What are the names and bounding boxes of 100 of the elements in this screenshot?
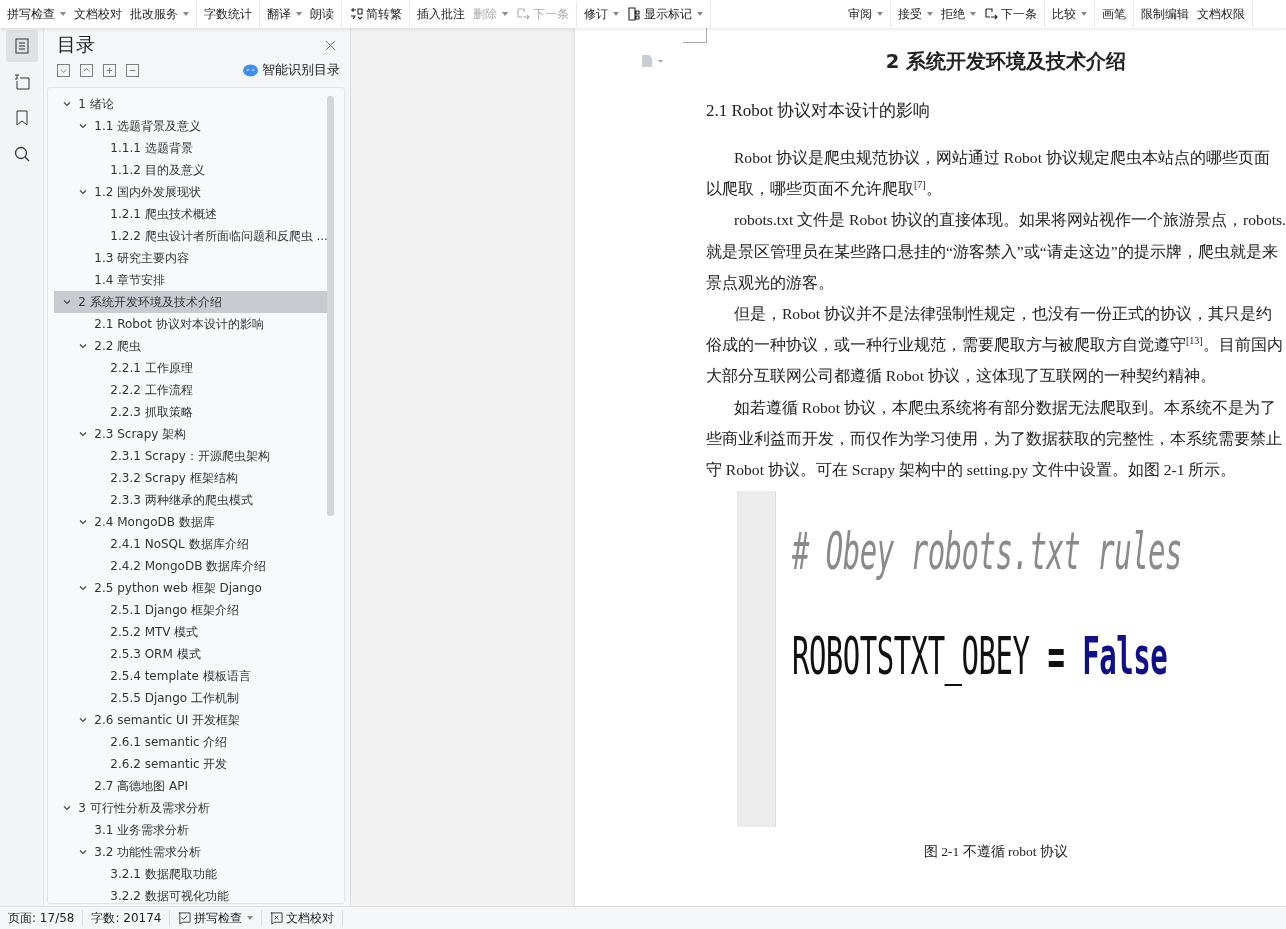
body-text-line: 以爬取，哪些页面不允许爬取$^{[7]}$。 [705,178,943,200]
toolbar-button[interactable]: 限制编辑 [1137,5,1193,23]
toc-item[interactable]: 3.2.1 数据爬取功能 [54,863,330,885]
toolbar-button[interactable]: 显示标记 [623,5,707,23]
chevron-icon[interactable] [62,99,73,109]
proofread-button[interactable]: 文档校对 [262,909,343,927]
toc-item[interactable]: 1.1.2 目的及意义 [54,159,330,181]
toc-item[interactable]: 2.1 Robot 协议对本设计的影响 [54,313,330,335]
collapse-all-icon[interactable] [80,64,94,77]
toolbar-button[interactable]: 审阅 [844,5,887,23]
toc-item[interactable]: 2.4.2 MongoDB 数据库介绍 [54,555,330,577]
toc-item[interactable]: 3.2 功能性需求分析 [54,841,330,863]
toc-item[interactable]: 1.4 章节安排 [54,269,330,291]
toc-item[interactable]: 2.7 高德地图 API [54,775,330,797]
toc-item[interactable]: 2.6 semantic UI 开发框架 [54,709,330,731]
outline-icon[interactable] [5,30,38,62]
toc-item[interactable]: 2.5.5 Django 工作机制 [54,687,330,709]
toc-item[interactable]: 2.6.1 semantic 介绍 [54,731,330,753]
smart-toc-button[interactable]: 智能识别目录 [242,62,346,79]
toolbar-button[interactable]: 字数统计 [200,5,256,23]
figure-caption: 图 2-1 不遵循 robot 协议 [922,843,1069,862]
body-text-line: 俗成的一种协议，或一种行业规范，需要爬取方与被爬取方自觉遵守$^{[13]}$。目前国内 [705,333,1284,356]
toc-item[interactable]: 2.2.3 抓取策略 [54,401,330,423]
toc-item[interactable]: 2.2.2 工作流程 [54,379,330,401]
toolbar-button[interactable]: 朗读 [306,5,338,23]
spell-check-button[interactable]: 拼写检查 [170,909,262,927]
code-text: # Obey robots.txt rules [791,519,1183,585]
code-text: ROBOTSTXT_OBEY [791,624,1030,690]
body-text-line: 些商业利益而开发，而仅作为学习使用，为了数据获取的完整性，本系统需要禁止 [705,428,1283,449]
toolbar-button[interactable]: 拒绝 [937,5,980,23]
toc-item[interactable]: 1.1 选题背景及意义 [54,115,330,137]
toolbar-button[interactable]: 拼写检查 [3,5,70,23]
chevron-icon[interactable] [78,847,89,857]
plus-icon[interactable] [103,64,117,77]
toc-item[interactable]: 2.5.3 ORM 模式 [54,643,330,665]
toc-item[interactable]: 1.2 国内外发展现状 [54,181,330,203]
toolbar-button[interactable]: 比较 [1048,5,1091,23]
markup-icon [627,7,641,21]
toc-item[interactable]: 3 可行性分析及需求分析 [54,797,330,819]
body-text-line: 但是，Robot 协议并不是法律强制性规定，也没有一份正式的协议，其只是约 [732,303,1273,324]
toc-item[interactable]: 2.2.1 工作原理 [54,357,330,379]
toolbar-button[interactable]: 下一条 [980,5,1041,23]
chevron-icon[interactable] [78,121,89,131]
toc-item[interactable]: 2.3 Scrapy 架构 [54,423,330,445]
toc-item[interactable]: 2.3.3 两种继承的爬虫模式 [54,489,330,511]
toc-item[interactable]: 1.2.2 爬虫设计者所面临问题和反爬虫 ... [54,225,330,247]
toc-item[interactable]: 2.2 爬虫 [54,335,330,357]
toolbar-button[interactable]: 简转繁 [345,5,406,23]
toolbar-button[interactable]: 文档校对 [70,5,126,23]
toc-item[interactable]: 2.3.2 Scrapy 框架结构 [54,467,330,489]
chevron-icon[interactable] [78,517,89,527]
proofread-icon [270,911,284,925]
toolbar-button[interactable]: 文档权限 [1193,5,1249,23]
toolbar-button[interactable]: 修订 [580,5,623,23]
robot-icon [242,64,258,77]
minus-icon[interactable] [126,64,140,77]
toc-item[interactable]: 2.4 MongoDB 数据库 [54,511,330,533]
toolbar-button[interactable]: 翻译 [263,5,306,23]
toc-item[interactable]: 1.2.1 爬虫技术概述 [54,203,330,225]
toc-item[interactable]: 1.3 研究主要内容 [54,247,330,269]
toc-item[interactable]: 2.3.1 Scrapy：开源爬虫架构 [54,445,330,467]
chevron-icon[interactable] [78,429,89,439]
body-text-line: 大部分互联网公司都遵循 Robot 协议，这体现了互联网的一种契约精神。 [705,366,1217,387]
code-text: False [1082,624,1168,690]
toc-item[interactable]: 1 绪论 [54,93,330,115]
chevron-icon[interactable] [62,803,73,813]
body-text-line: 守 Robot 协议。可在 Scrapy 架构中的 setting.py 文件中设置。如图 2-1 所示。 [705,459,1238,480]
toc-item[interactable]: 2.5.1 Django 框架介绍 [54,599,330,621]
body-text-line: Robot 协议是爬虫规范协议，网站通过 Robot 协议规定爬虫本站点的哪些页面 [732,148,1271,168]
toc-item[interactable]: 2.6.2 semantic 开发 [54,753,330,775]
chevron-icon[interactable] [78,715,89,725]
convert-icon [349,7,363,21]
chapter-heading: 2 系统开发环境及技术介绍 [884,49,1128,75]
page-count[interactable]: 页面: 17/58 [0,909,83,927]
body-text-line: 景点观光的游客。 [705,272,835,293]
toc-item[interactable]: 3.1 业务需求分析 [54,819,330,841]
close-icon[interactable] [324,39,336,51]
body-text-line: 就是景区管理员在某些路口悬挂的“游客禁入”或“请走这边”的提示牌，爬虫就是来 [705,241,1279,262]
caret-icon [247,916,254,920]
toolbar-button[interactable]: 画笔 [1098,5,1130,23]
toc-item[interactable]: 2 系统开发环境及技术介绍 [54,291,330,313]
toc-item[interactable]: 3.2.2 数据可视化功能 [54,885,330,903]
toc-item[interactable]: 2.4.1 NoSQL 数据库介绍 [54,533,330,555]
toolbar-button[interactable]: 批改服务 [126,5,193,23]
toolbar-button[interactable]: 接受 [894,5,937,23]
page-corner-mark [682,28,707,43]
check-icon [178,911,192,925]
toolbar-button[interactable]: 插入批注 [413,5,469,23]
toc-item[interactable]: 2.5.4 template 模板语言 [54,665,330,687]
toc-item[interactable]: 2.5 python web 框架 Django [54,577,330,599]
chevron-icon[interactable] [62,297,73,307]
next-comment-icon [984,7,998,21]
word-count[interactable]: 字数: 20174 [83,909,170,927]
toc-item[interactable]: 2.5.2 MTV 模式 [54,621,330,643]
toc-item[interactable]: 1.1.1 选题背景 [54,137,330,159]
chevron-icon[interactable] [78,341,89,351]
scrollbar[interactable] [326,96,334,516]
expand-all-icon[interactable] [57,64,71,77]
chevron-icon[interactable] [78,187,89,197]
chevron-icon[interactable] [78,583,89,593]
